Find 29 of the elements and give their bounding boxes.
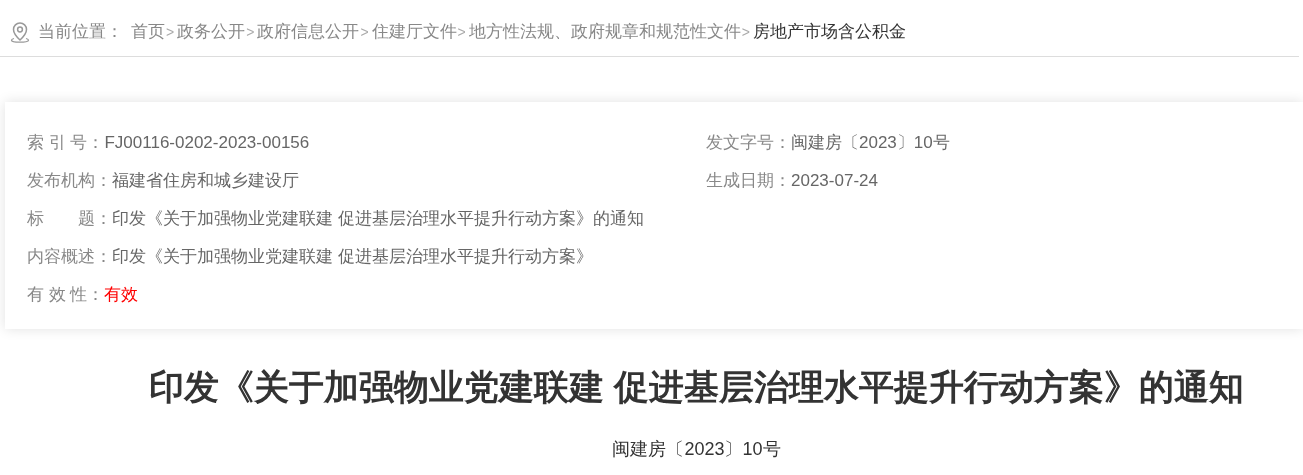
field-label: 发布机构： [27, 170, 112, 192]
article-title: 印发《关于加强物业党建联建 促进基层治理水平提升行动方案》的通知 [148, 366, 1245, 408]
breadcrumb-separator: > [741, 22, 750, 42]
field-value: FJ00116-0202-2023-00156 [104, 132, 310, 154]
field-value: 福建省住房和城乡建设厅 [112, 170, 299, 192]
field-label: 内容概述： [27, 246, 112, 268]
field-value: 2023-07-24 [791, 170, 878, 192]
breadcrumb-link[interactable]: 政府信息公开 [257, 19, 360, 45]
field-value: 印发《关于加强物业党建联建 促进基层治理水平提升行动方案》 [112, 246, 593, 268]
breadcrumb-separator: > [246, 22, 255, 42]
field-label: 索 引 号： [27, 132, 105, 154]
breadcrumb-separator: > [360, 22, 369, 42]
breadcrumb-current: 房地产市场含公积金 [752, 21, 906, 44]
location-label: 当前位置： [38, 21, 123, 44]
field-label: 发文字号： [706, 132, 791, 154]
breadcrumb-link[interactable]: 政务公开 [177, 19, 246, 45]
document-number: 闽建房〔2023〕10号 [611, 437, 782, 461]
breadcrumb-link[interactable]: 首页 [131, 19, 165, 45]
location-icon [10, 21, 30, 43]
breadcrumb-link[interactable]: 地方性法规、政府规章和规范性文件 [468, 19, 741, 45]
field-label: 标 题： [27, 208, 112, 230]
breadcrumb-separator: > [166, 22, 175, 42]
field-value: 闽建房〔2023〕10号 [791, 132, 950, 154]
field-value: 有效 [104, 284, 139, 306]
breadcrumb-link[interactable]: 住建厅文件 [371, 19, 457, 45]
field-value: 印发《关于加强物业党建联建 促进基层治理水平提升行动方案》的通知 [112, 208, 644, 230]
field-label: 有 效 性： [27, 284, 105, 306]
breadcrumb-separator: > [457, 22, 466, 42]
field-label: 生成日期： [706, 170, 791, 192]
